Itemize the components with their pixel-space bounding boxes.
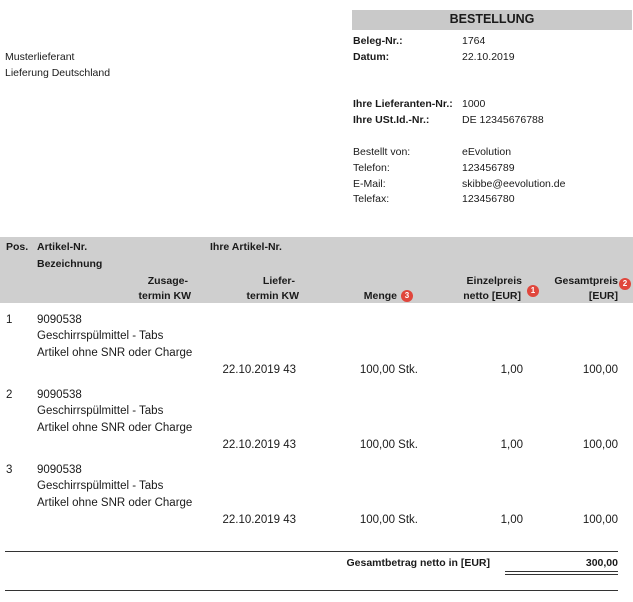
- row-2-einzelpreis: 1,00: [500, 439, 523, 451]
- telefax-value: 123456780: [462, 193, 515, 205]
- row-3-artikel: 9090538: [37, 464, 82, 476]
- supplier-name: Musterlieferant: [5, 51, 75, 63]
- col-ihre-artikel-nr: Ihre Artikel-Nr.: [210, 241, 282, 253]
- row-3-menge: 100,00 Stk.: [359, 514, 418, 526]
- row-2-bez2: Artikel ohne SNR oder Charge: [37, 422, 193, 434]
- col-liefer-2: termin KW: [246, 290, 300, 302]
- col-einzelpreis-1: Einzelpreis: [466, 275, 522, 287]
- ustid-value: DE 12345676788: [462, 114, 544, 126]
- row-2-liefertermin: 22.10.2019 43: [222, 439, 296, 451]
- row-2-artikel: 9090538: [37, 389, 82, 401]
- total-value: 300,00: [585, 557, 618, 569]
- row-2-gesamtpreis: 100,00: [582, 439, 618, 451]
- row-3-bez1: Geschirrspülmittel - Tabs: [37, 480, 164, 492]
- row-2-pos: 2: [6, 389, 13, 401]
- col-zusage-1: Zusage-: [147, 275, 188, 287]
- col-zusage-2: termin KW: [138, 290, 192, 302]
- menge-badge: 3: [401, 290, 413, 302]
- col-artikel-nr: Artikel-Nr.: [37, 241, 88, 253]
- email-label: E-Mail:: [353, 178, 386, 190]
- row-1-bez1: Geschirrspülmittel - Tabs: [37, 330, 164, 342]
- telefax-label: Telefax:: [353, 193, 390, 205]
- total-separator: [5, 551, 618, 552]
- row-1-bez2: Artikel ohne SNR oder Charge: [37, 347, 193, 359]
- col-gesamtpreis-2: [EUR]: [588, 290, 618, 302]
- col-menge: Menge: [363, 290, 397, 302]
- beleg-value: 1764: [462, 35, 486, 47]
- gesamtpreis-badge: 2: [619, 278, 631, 290]
- telefon-value: 123456789: [462, 162, 515, 174]
- row-1-menge: 100,00 Stk.: [359, 364, 418, 376]
- total-label: Gesamtbetrag netto in [EUR]: [346, 557, 490, 569]
- row-1-pos: 1: [6, 314, 13, 326]
- row-3-einzelpreis: 1,00: [500, 514, 523, 526]
- total-underline-2: [505, 574, 618, 575]
- col-bezeichnung: Bezeichnung: [37, 258, 103, 270]
- bestellt-value: eEvolution: [462, 146, 512, 158]
- row-2-menge: 100,00 Stk.: [359, 439, 418, 451]
- col-liefer-1: Liefer-: [262, 275, 295, 287]
- supplier-line2: Lieferung Deutschland: [5, 67, 111, 79]
- lieferanten-label: Ihre Lieferanten-Nr.:: [353, 98, 453, 110]
- ustid-label: Ihre USt.Id.-Nr.:: [353, 114, 430, 126]
- order-title: BESTELLUNG: [449, 12, 535, 26]
- row-1-gesamtpreis: 100,00: [582, 364, 618, 376]
- col-gesamtpreis-1: Gesamtpreis: [554, 275, 618, 287]
- lieferanten-value: 1000: [462, 98, 486, 110]
- row-1-einzelpreis: 1,00: [500, 364, 523, 376]
- bestellt-label: Bestellt von:: [353, 146, 411, 158]
- col-einzelpreis-2: netto [EUR]: [463, 290, 521, 302]
- beleg-label: Beleg-Nr.:: [353, 35, 403, 47]
- row-2-bez1: Geschirrspülmittel - Tabs: [37, 405, 164, 417]
- footer-separator: [5, 590, 618, 591]
- total-underline-1: [505, 571, 618, 572]
- email-value: skibbe@eevolution.de: [462, 178, 566, 190]
- row-3-liefertermin: 22.10.2019 43: [222, 514, 296, 526]
- col-pos: Pos.: [6, 241, 29, 253]
- row-1-liefertermin: 22.10.2019 43: [222, 364, 296, 376]
- row-3-gesamtpreis: 100,00: [582, 514, 618, 526]
- row-1-artikel: 9090538: [37, 314, 82, 326]
- row-3-bez2: Artikel ohne SNR oder Charge: [37, 497, 193, 509]
- telefon-label: Telefon:: [353, 162, 390, 174]
- row-3-pos: 3: [6, 464, 13, 476]
- datum-value: 22.10.2019: [462, 51, 515, 63]
- datum-label: Datum:: [353, 51, 390, 63]
